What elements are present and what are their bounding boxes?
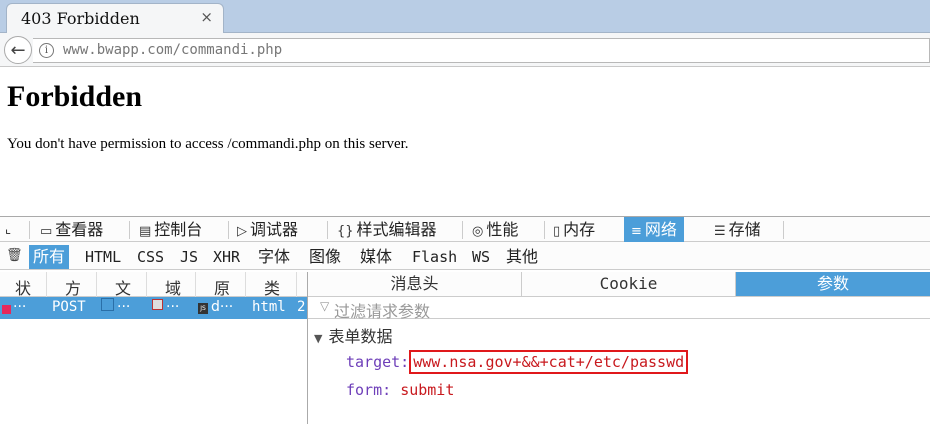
- site-info-icon[interactable]: i: [39, 43, 54, 58]
- details-tabs: 消息头 Cookie 参数: [308, 272, 930, 297]
- column-type[interactable]: 类: [264, 275, 280, 299]
- filter-flash[interactable]: Flash: [408, 245, 461, 269]
- filter-html[interactable]: HTML: [81, 245, 125, 269]
- column-cause[interactable]: 原: [214, 275, 230, 299]
- param-value: submit: [400, 381, 455, 399]
- tool-memory[interactable]: ▯ 内存: [553, 217, 595, 242]
- tab-title: 403 Forbidden: [21, 9, 140, 28]
- network-icon: ≡: [631, 224, 642, 239]
- close-tab-icon[interactable]: ×: [200, 8, 213, 26]
- row-method: POST: [52, 299, 86, 315]
- param-value-highlighted: www.nsa.gov+&&+cat+/etc/passwd: [409, 350, 689, 374]
- page-title: Forbidden: [7, 80, 143, 113]
- back-arrow-icon: ←: [10, 39, 26, 61]
- devtools-toolbar: ⌞ ▭ 查看器 ▤ 控制台 ▷ 调试器 {} 样式编辑器 ◎ 性能 ▯ 内存 ≡ 网络 ☰ 存储: [0, 216, 930, 242]
- status-error-icon: [2, 305, 11, 314]
- debugger-icon: ▷: [237, 224, 247, 239]
- params-filter-input[interactable]: ▽ 过滤请求参数: [308, 297, 930, 321]
- tool-storage[interactable]: ☰ 存储: [714, 217, 761, 242]
- row-cause: d···: [211, 299, 234, 315]
- file-icon: [101, 298, 114, 311]
- page-message: You don't have permission to access /com…: [7, 136, 409, 152]
- request-row[interactable]: ··· POST ··· ··· JS d··· html 2: [0, 297, 307, 319]
- tool-network[interactable]: ≡ 网络: [624, 217, 684, 242]
- param-row-target[interactable]: target: www.nsa.gov+&&+cat+/etc/passwd: [346, 350, 689, 374]
- back-button[interactable]: ←: [4, 36, 32, 64]
- style-editor-icon: {}: [337, 224, 354, 239]
- filter-all[interactable]: 所有: [29, 245, 70, 269]
- filter-ws[interactable]: WS: [468, 245, 494, 269]
- storage-icon: ☰: [714, 224, 726, 239]
- column-status[interactable]: 状: [15, 275, 31, 299]
- filter-css[interactable]: CSS: [133, 245, 168, 269]
- filter-images[interactable]: 图像: [305, 245, 345, 269]
- column-domain[interactable]: 域: [165, 275, 181, 299]
- navigation-bar: ← i www.bwapp.com/commandi.php: [0, 33, 930, 67]
- filter-media[interactable]: 媒体: [356, 245, 396, 269]
- row-domain: ···: [166, 299, 180, 315]
- trash-icon[interactable]: 🗑: [6, 248, 23, 263]
- request-list-header: 状 方 文 域 原 类: [0, 272, 307, 299]
- column-method[interactable]: 方: [65, 275, 81, 299]
- row-type: html: [252, 299, 286, 315]
- params-filter-placeholder: 过滤请求参数: [334, 302, 431, 321]
- column-file[interactable]: 文: [115, 275, 131, 299]
- url-text[interactable]: www.bwapp.com/commandi.php: [63, 42, 282, 58]
- insecure-lock-icon: [152, 299, 163, 310]
- memory-icon: ▯: [553, 224, 561, 239]
- filter-xhr[interactable]: XHR: [209, 245, 244, 269]
- form-data-section-header[interactable]: ▼ 表单数据: [314, 323, 392, 347]
- request-filter-bar: 🗑 所有 HTML CSS JS XHR 字体 图像 媒体 Flash WS 其…: [0, 242, 930, 270]
- js-badge-icon: JS: [198, 303, 208, 314]
- url-bar[interactable]: i www.bwapp.com/commandi.php: [33, 38, 930, 63]
- param-key: target:: [346, 353, 410, 371]
- console-icon: ▤: [139, 224, 152, 239]
- row-file: ···: [117, 299, 131, 315]
- tool-style-editor[interactable]: {} 样式编辑器: [337, 217, 437, 242]
- row-transferred: 2: [297, 299, 306, 315]
- tool-performance[interactable]: ◎ 性能: [472, 217, 518, 242]
- tab-cookies[interactable]: Cookie: [522, 272, 736, 296]
- filter-icon: ▽: [320, 299, 330, 313]
- tool-inspector[interactable]: ▭ 查看器: [40, 217, 103, 242]
- tool-console[interactable]: ▤ 控制台: [139, 217, 202, 242]
- tab-headers[interactable]: 消息头: [308, 272, 522, 296]
- expand-arrow-icon: ▼: [314, 332, 323, 345]
- performance-icon: ◎: [472, 224, 484, 239]
- filter-fonts[interactable]: 字体: [254, 245, 294, 269]
- tool-debugger[interactable]: ▷ 调试器: [237, 217, 298, 242]
- tab-params[interactable]: 参数: [736, 272, 930, 296]
- param-key: form:: [346, 381, 392, 399]
- browser-tab[interactable]: 403 Forbidden ×: [6, 3, 224, 34]
- inspector-icon: ▭: [40, 224, 53, 239]
- param-row-form[interactable]: form: submit: [346, 381, 454, 399]
- section-title: 表单数据: [328, 327, 393, 346]
- filter-other[interactable]: 其他: [502, 245, 542, 269]
- row-status: ···: [13, 299, 27, 315]
- tab-strip: 403 Forbidden ×: [0, 0, 930, 34]
- filter-js[interactable]: JS: [176, 245, 202, 269]
- pick-element-icon[interactable]: ⌞: [5, 217, 11, 242]
